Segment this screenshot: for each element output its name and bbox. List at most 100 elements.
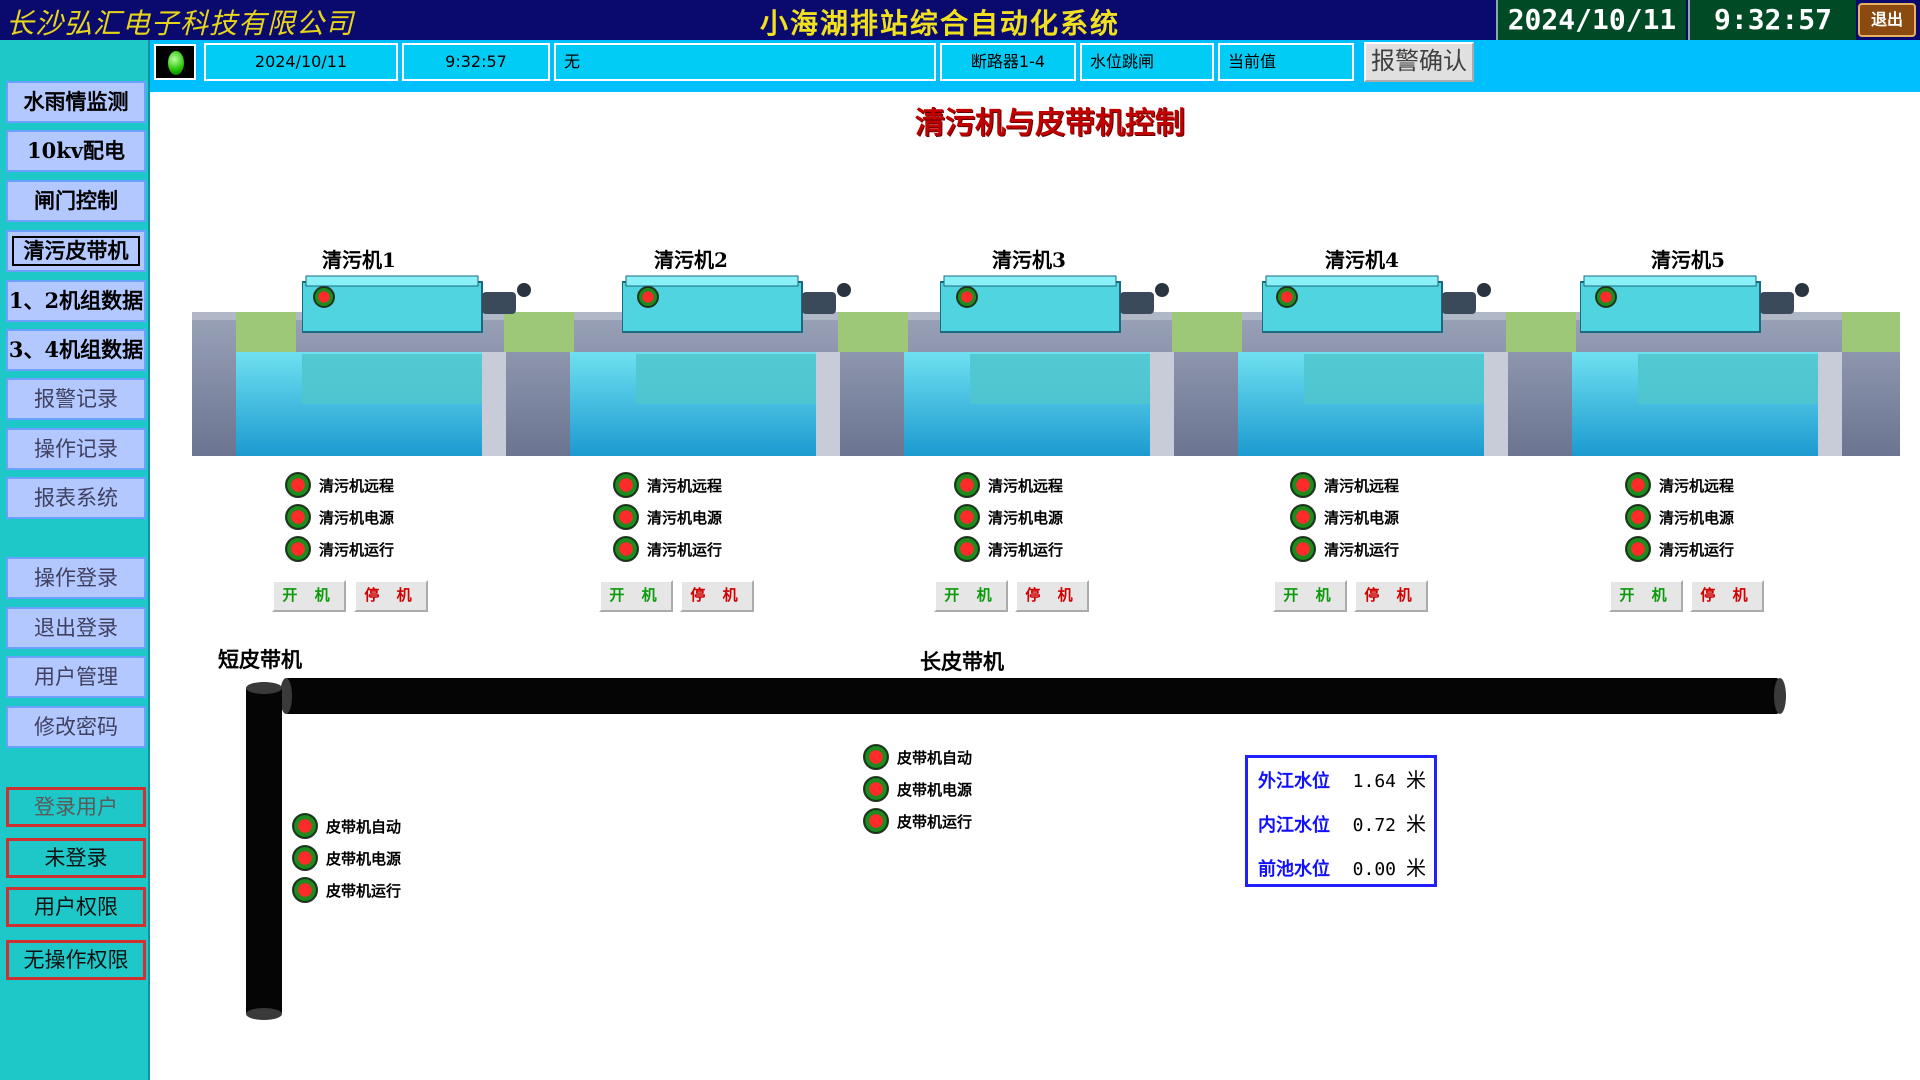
login-button[interactable]: 操作登录 — [6, 557, 146, 599]
comm-status-indicator — [154, 44, 196, 80]
alarm-time: 9:32:57 — [402, 43, 550, 81]
cleaner-5-remote: 清污机远程 — [1625, 472, 1734, 502]
company-name: 长沙弘汇电子科技有限公司 — [6, 7, 355, 40]
cleaner-1-stop-button[interactable]: 停 机 — [354, 580, 428, 612]
cleaner-3-running: 清污机运行 — [954, 536, 1063, 566]
alarm-date: 2024/10/11 — [204, 43, 398, 81]
cleaner-3-stop-button[interactable]: 停 机 — [1015, 580, 1089, 612]
nav-operation-log[interactable]: 操作记录 — [6, 428, 146, 470]
permission-status: 无操作权限 — [6, 940, 146, 980]
page-title: 清污机与皮带机控制 — [915, 106, 1185, 141]
indicator-led-icon — [285, 504, 311, 530]
cleaner-5-power: 清污机电源 — [1625, 504, 1734, 534]
exit-button[interactable]: 退出 — [1858, 3, 1916, 37]
header-time: 9:32:57 — [1688, 0, 1856, 40]
indicator-led-icon — [292, 845, 318, 871]
login-status: 未登录 — [6, 838, 146, 878]
long-belt-power: 皮带机电源 — [863, 776, 972, 806]
indicator-led-icon — [1625, 504, 1651, 530]
cleaner-1-remote: 清污机远程 — [285, 472, 394, 502]
user-management-button[interactable]: 用户管理 — [6, 656, 146, 698]
short-belt-running: 皮带机运行 — [292, 877, 401, 907]
long-belt-running: 皮带机运行 — [863, 808, 972, 838]
cleaner-1-machine — [302, 275, 531, 333]
nav-rain-monitor[interactable]: 水雨情监测 — [6, 81, 146, 123]
indicator-led-icon — [1290, 504, 1316, 530]
header-divider — [150, 88, 1920, 92]
short-belt-label: 短皮带机 — [218, 647, 302, 672]
cleaner-3-label: 清污机3 — [992, 248, 1066, 272]
cleaner-1-label: 清污机1 — [322, 248, 396, 272]
short-belt-body — [246, 686, 282, 1016]
cleaner-4-status-led — [1276, 286, 1298, 308]
indicator-led-icon — [954, 536, 980, 562]
cleaner-4-start-button[interactable]: 开 机 — [1273, 580, 1347, 612]
cleaner-5-running: 清污机运行 — [1625, 536, 1734, 566]
long-belt-auto: 皮带机自动 — [863, 744, 972, 774]
nav-unit-3-4-data[interactable]: 3、4机组数据 — [6, 329, 146, 371]
cleaner-2-label: 清污机2 — [654, 248, 728, 272]
cleaner-3-start-button[interactable]: 开 机 — [934, 580, 1008, 612]
short-belt-power: 皮带机电源 — [292, 845, 401, 875]
cleaner-2-stop-button[interactable]: 停 机 — [680, 580, 754, 612]
nav-alarm-log[interactable]: 报警记录 — [6, 378, 146, 420]
cleaner-3-power: 清污机电源 — [954, 504, 1063, 534]
indicator-led-icon — [613, 536, 639, 562]
cleaner-2-machine — [622, 275, 851, 333]
indicator-led-icon — [1290, 472, 1316, 498]
login-user-label: 登录用户 — [6, 787, 146, 827]
cleaner-4-machine — [1262, 275, 1491, 333]
cleaner-5-label: 清污机5 — [1651, 248, 1725, 272]
header-date: 2024/10/11 — [1496, 0, 1686, 40]
indicator-led-icon — [1625, 472, 1651, 498]
cleaner-4-running: 清污机运行 — [1290, 536, 1399, 566]
indicator-led-icon — [1625, 536, 1651, 562]
cleaner-5-stop-button[interactable]: 停 机 — [1690, 580, 1764, 612]
indicator-led-icon — [1290, 536, 1316, 562]
status-light-icon — [168, 51, 184, 75]
cleaner-1-status-led — [313, 286, 335, 308]
indicator-led-icon — [285, 536, 311, 562]
nav-cleaner-belt[interactable]: 清污皮带机 — [6, 230, 146, 272]
indicator-led-icon — [285, 472, 311, 498]
nav-10kv-power[interactable]: 10kv配电 — [6, 130, 146, 172]
cleaner-1-start-button[interactable]: 开 机 — [272, 580, 346, 612]
short-belt-auto: 皮带机自动 — [292, 813, 401, 843]
cleaner-4-power: 清污机电源 — [1290, 504, 1399, 534]
cleaner-2-status-led — [637, 286, 659, 308]
nav-gate-control[interactable]: 闸门控制 — [6, 180, 146, 222]
logout-button[interactable]: 退出登录 — [6, 607, 146, 649]
cleaner-4-stop-button[interactable]: 停 机 — [1354, 580, 1428, 612]
cleaner-4-label: 清污机4 — [1325, 248, 1399, 272]
indicator-led-icon — [613, 472, 639, 498]
long-belt-body — [284, 678, 1780, 714]
indicator-led-icon — [954, 472, 980, 498]
alarm-event: 水位跳闸 — [1080, 43, 1214, 81]
indicator-led-icon — [863, 744, 889, 770]
indicator-led-icon — [613, 504, 639, 530]
change-password-button[interactable]: 修改密码 — [6, 706, 146, 748]
indicator-led-icon — [292, 813, 318, 839]
cleaner-4-remote: 清污机远程 — [1290, 472, 1399, 502]
cleaner-2-power: 清污机电源 — [613, 504, 722, 534]
cleaner-1-power: 清污机电源 — [285, 504, 394, 534]
water-level-outer: 外江水位 1.64 米 — [1258, 768, 1426, 792]
cleaner-3-machine — [940, 275, 1169, 333]
indicator-led-icon — [863, 808, 889, 834]
cleaner-2-start-button[interactable]: 开 机 — [599, 580, 673, 612]
alarm-ack-button[interactable]: 报警确认 — [1364, 42, 1474, 82]
alarm-value-label: 当前值 — [1218, 43, 1354, 81]
cleaner-3-remote: 清污机远程 — [954, 472, 1063, 502]
water-level-panel: 外江水位 1.64 米 内江水位 0.72 米 前池水位 0.00 米 — [1245, 755, 1437, 887]
nav-unit-1-2-data[interactable]: 1、2机组数据 — [6, 280, 146, 322]
indicator-led-icon — [292, 877, 318, 903]
indicator-led-icon — [954, 504, 980, 530]
indicator-led-icon — [863, 776, 889, 802]
nav-report-system[interactable]: 报表系统 — [6, 477, 146, 519]
cleaner-5-start-button[interactable]: 开 机 — [1609, 580, 1683, 612]
cleaner-3-status-led — [956, 286, 978, 308]
cleaner-2-running: 清污机运行 — [613, 536, 722, 566]
water-level-forebay: 前池水位 0.00 米 — [1258, 856, 1426, 880]
water-level-inner: 内江水位 0.72 米 — [1258, 812, 1426, 836]
belt-conveyors — [246, 678, 1786, 1020]
